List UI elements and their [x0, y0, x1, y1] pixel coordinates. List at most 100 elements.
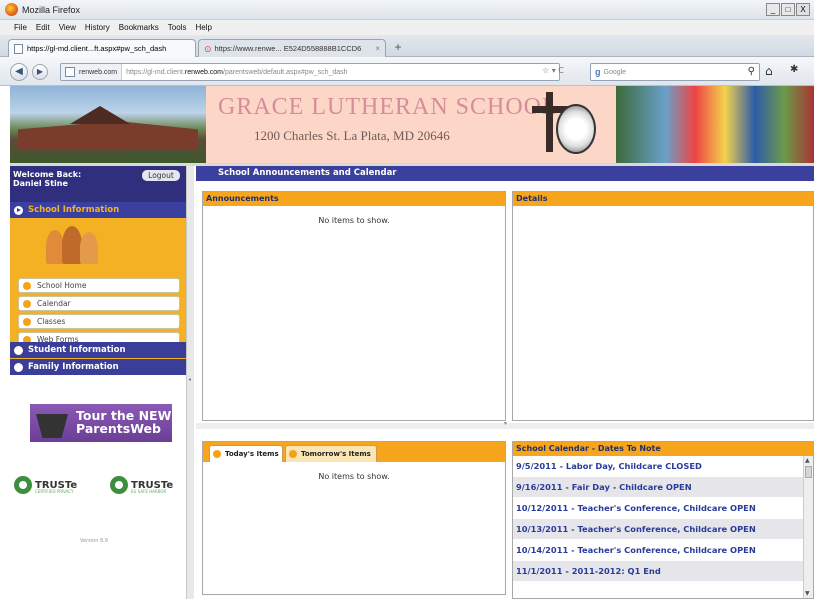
- calendar-title: School Calendar - Dates To Note: [513, 442, 813, 456]
- url-domain: renweb.com: [184, 68, 224, 76]
- horizontal-splitter[interactable]: ▾: [196, 420, 814, 429]
- menu-bookmarks[interactable]: Bookmarks: [119, 23, 159, 32]
- school-calendar-panel: School Calendar - Dates To Note 9/5/2011…: [512, 441, 814, 599]
- site-identity[interactable]: renweb.com: [61, 64, 123, 80]
- section-label: Family Information: [28, 362, 119, 372]
- bullet-icon: [23, 299, 31, 308]
- expand-icon: [14, 205, 23, 215]
- expand-icon: [14, 345, 23, 355]
- menu-history[interactable]: History: [85, 23, 110, 32]
- tab-renweb[interactable]: ⊙ https://www.renwe... E524D558888B1CCD6…: [198, 39, 386, 57]
- scroll-thumb[interactable]: [805, 466, 812, 478]
- details-panel: Details: [512, 191, 814, 421]
- truste-logo-icon: [14, 476, 32, 494]
- renweb-favicon-icon: ⊙: [204, 43, 212, 54]
- menu-file[interactable]: File: [14, 23, 27, 32]
- google-icon[interactable]: g: [595, 67, 601, 77]
- tour-parentsweb-button[interactable]: Tour the NEW ParentsWeb: [30, 404, 172, 442]
- sidebar-splitter[interactable]: ◂: [186, 166, 194, 599]
- details-title: Details: [513, 192, 813, 206]
- site-name: renweb.com: [79, 68, 118, 76]
- close-button[interactable]: X: [796, 3, 810, 16]
- calendar-item[interactable]: 11/1/2011 - 2011-2012: Q1 End: [513, 561, 803, 582]
- menu-edit[interactable]: Edit: [36, 23, 50, 32]
- seal-sublabel: EU SAFE HARBOR: [131, 489, 167, 494]
- url-text: https://gl-md.client.renweb.com/parentsw…: [122, 69, 347, 76]
- tab-label: Tomorrow's Items: [301, 450, 371, 458]
- student-information-header[interactable]: Student Information: [10, 342, 186, 358]
- menu-bar: File Edit View History Bookmarks Tools H…: [0, 20, 814, 35]
- bullet-icon: [23, 281, 31, 290]
- items-empty: No items to show.: [318, 472, 390, 481]
- minimize-button[interactable]: _: [766, 3, 780, 16]
- students-photo: [616, 86, 814, 163]
- menu-help[interactable]: Help: [195, 23, 211, 32]
- splitter-arrow-icon: ◂: [188, 376, 192, 383]
- calendar-item[interactable]: 9/16/2011 - Fair Day - Childcare OPEN: [513, 477, 803, 498]
- school-information-header[interactable]: School Information: [10, 202, 186, 218]
- welcome-box: Welcome Back: Daniel Stine Logout: [10, 166, 186, 202]
- announcements-panel: Announcements No items to show.: [202, 191, 506, 421]
- tab-parentsweb[interactable]: https://gl-md.client...ft.aspx#pw_sch_da…: [8, 39, 196, 57]
- calendar-item[interactable]: 10/13/2011 - Teacher's Conference, Child…: [513, 519, 803, 540]
- forward-button[interactable]: ▶: [32, 64, 48, 80]
- mask-icon: [36, 414, 68, 438]
- item-label: Classes: [37, 317, 66, 326]
- url-bar-controls[interactable]: ☆ ▾ C: [542, 66, 564, 75]
- back-button[interactable]: ◀: [10, 63, 28, 81]
- sidebar: Welcome Back: Daniel Stine Logout School…: [10, 166, 186, 599]
- search-placeholder: Google: [603, 68, 627, 76]
- search-icon[interactable]: ⚲: [748, 66, 755, 77]
- calendar-item[interactable]: 10/12/2011 - Teacher's Conference, Child…: [513, 498, 803, 519]
- tab-label: Today's Items: [225, 450, 279, 458]
- maximize-button[interactable]: □: [781, 3, 795, 16]
- classes-link[interactable]: Classes: [18, 314, 180, 329]
- truste-safe-harbor-seal[interactable]: TRUSTe EU SAFE HARBOR: [110, 473, 174, 497]
- scroll-down-icon[interactable]: ▼: [805, 590, 810, 597]
- new-tab-button[interactable]: +: [390, 40, 406, 56]
- school-name: GRACE LUTHERAN SCHOOL: [218, 94, 558, 120]
- bullet-icon: [213, 450, 221, 458]
- url-prefix: https://gl-md.client.: [126, 68, 185, 76]
- expand-icon: [14, 362, 23, 372]
- tab-close-icon[interactable]: ×: [375, 44, 380, 53]
- calendar-item[interactable]: 10/14/2011 - Teacher's Conference, Child…: [513, 540, 803, 561]
- browser-window: Mozilla Firefox _ □ X File Edit View His…: [0, 0, 814, 599]
- item-label: Calendar: [37, 299, 71, 308]
- church-building: [18, 121, 198, 149]
- menu-view[interactable]: View: [59, 23, 76, 32]
- announcements-title: Announcements: [203, 192, 505, 206]
- calendar-item[interactable]: 9/5/2011 - Labor Day, Childcare CLOSED: [513, 456, 803, 477]
- bullet-icon: [289, 450, 297, 458]
- items-tab-header: Today's Items Tomorrow's Items: [203, 442, 505, 462]
- daily-items-panel: Today's Items Tomorrow's Items No items …: [202, 441, 506, 595]
- school-address: 1200 Charles St. La Plata, MD 20646: [254, 128, 450, 143]
- logout-button[interactable]: Logout: [142, 170, 180, 181]
- firefox-logo-icon: [5, 3, 18, 16]
- menu-tools[interactable]: Tools: [168, 23, 187, 32]
- web-page: GRACE LUTHERAN SCHOOL 1200 Charles St. L…: [10, 86, 814, 599]
- family-icon: [38, 224, 108, 264]
- bookmarks-icon[interactable]: ✱: [790, 64, 806, 80]
- calendar-scrollbar[interactable]: ▲ ▼: [803, 456, 813, 598]
- item-label: School Home: [37, 281, 87, 290]
- tab-label: https://gl-md.client...ft.aspx#pw_sch_da…: [27, 44, 167, 53]
- school-banner: GRACE LUTHERAN SCHOOL 1200 Charles St. L…: [10, 86, 814, 163]
- church-photo: [10, 86, 206, 163]
- tour-line2: ParentsWeb: [76, 421, 161, 436]
- main-header: School Announcements and Calendar: [196, 166, 814, 181]
- address-bar[interactable]: renweb.com https://gl-md.client.renweb.c…: [60, 63, 560, 81]
- scroll-up-icon[interactable]: ▲: [805, 457, 810, 464]
- family-information-header[interactable]: Family Information: [10, 359, 186, 375]
- tab-todays-items[interactable]: Today's Items: [209, 445, 283, 462]
- section-label: Student Information: [28, 345, 126, 355]
- truste-privacy-seal[interactable]: TRUSTe CERTIFIED PRIVACY: [14, 473, 78, 497]
- title-bar: Mozilla Firefox _ □ X: [0, 0, 814, 20]
- tab-label: https://www.renwe... E524D558888B1CCD6: [214, 44, 362, 53]
- mascot-logo: [556, 104, 596, 154]
- home-icon[interactable]: ⌂: [765, 64, 781, 80]
- search-input[interactable]: g Google ⚲: [590, 63, 760, 81]
- calendar-link[interactable]: Calendar: [18, 296, 180, 311]
- school-home-link[interactable]: School Home: [18, 278, 180, 293]
- tab-tomorrows-items[interactable]: Tomorrow's Items: [285, 445, 377, 462]
